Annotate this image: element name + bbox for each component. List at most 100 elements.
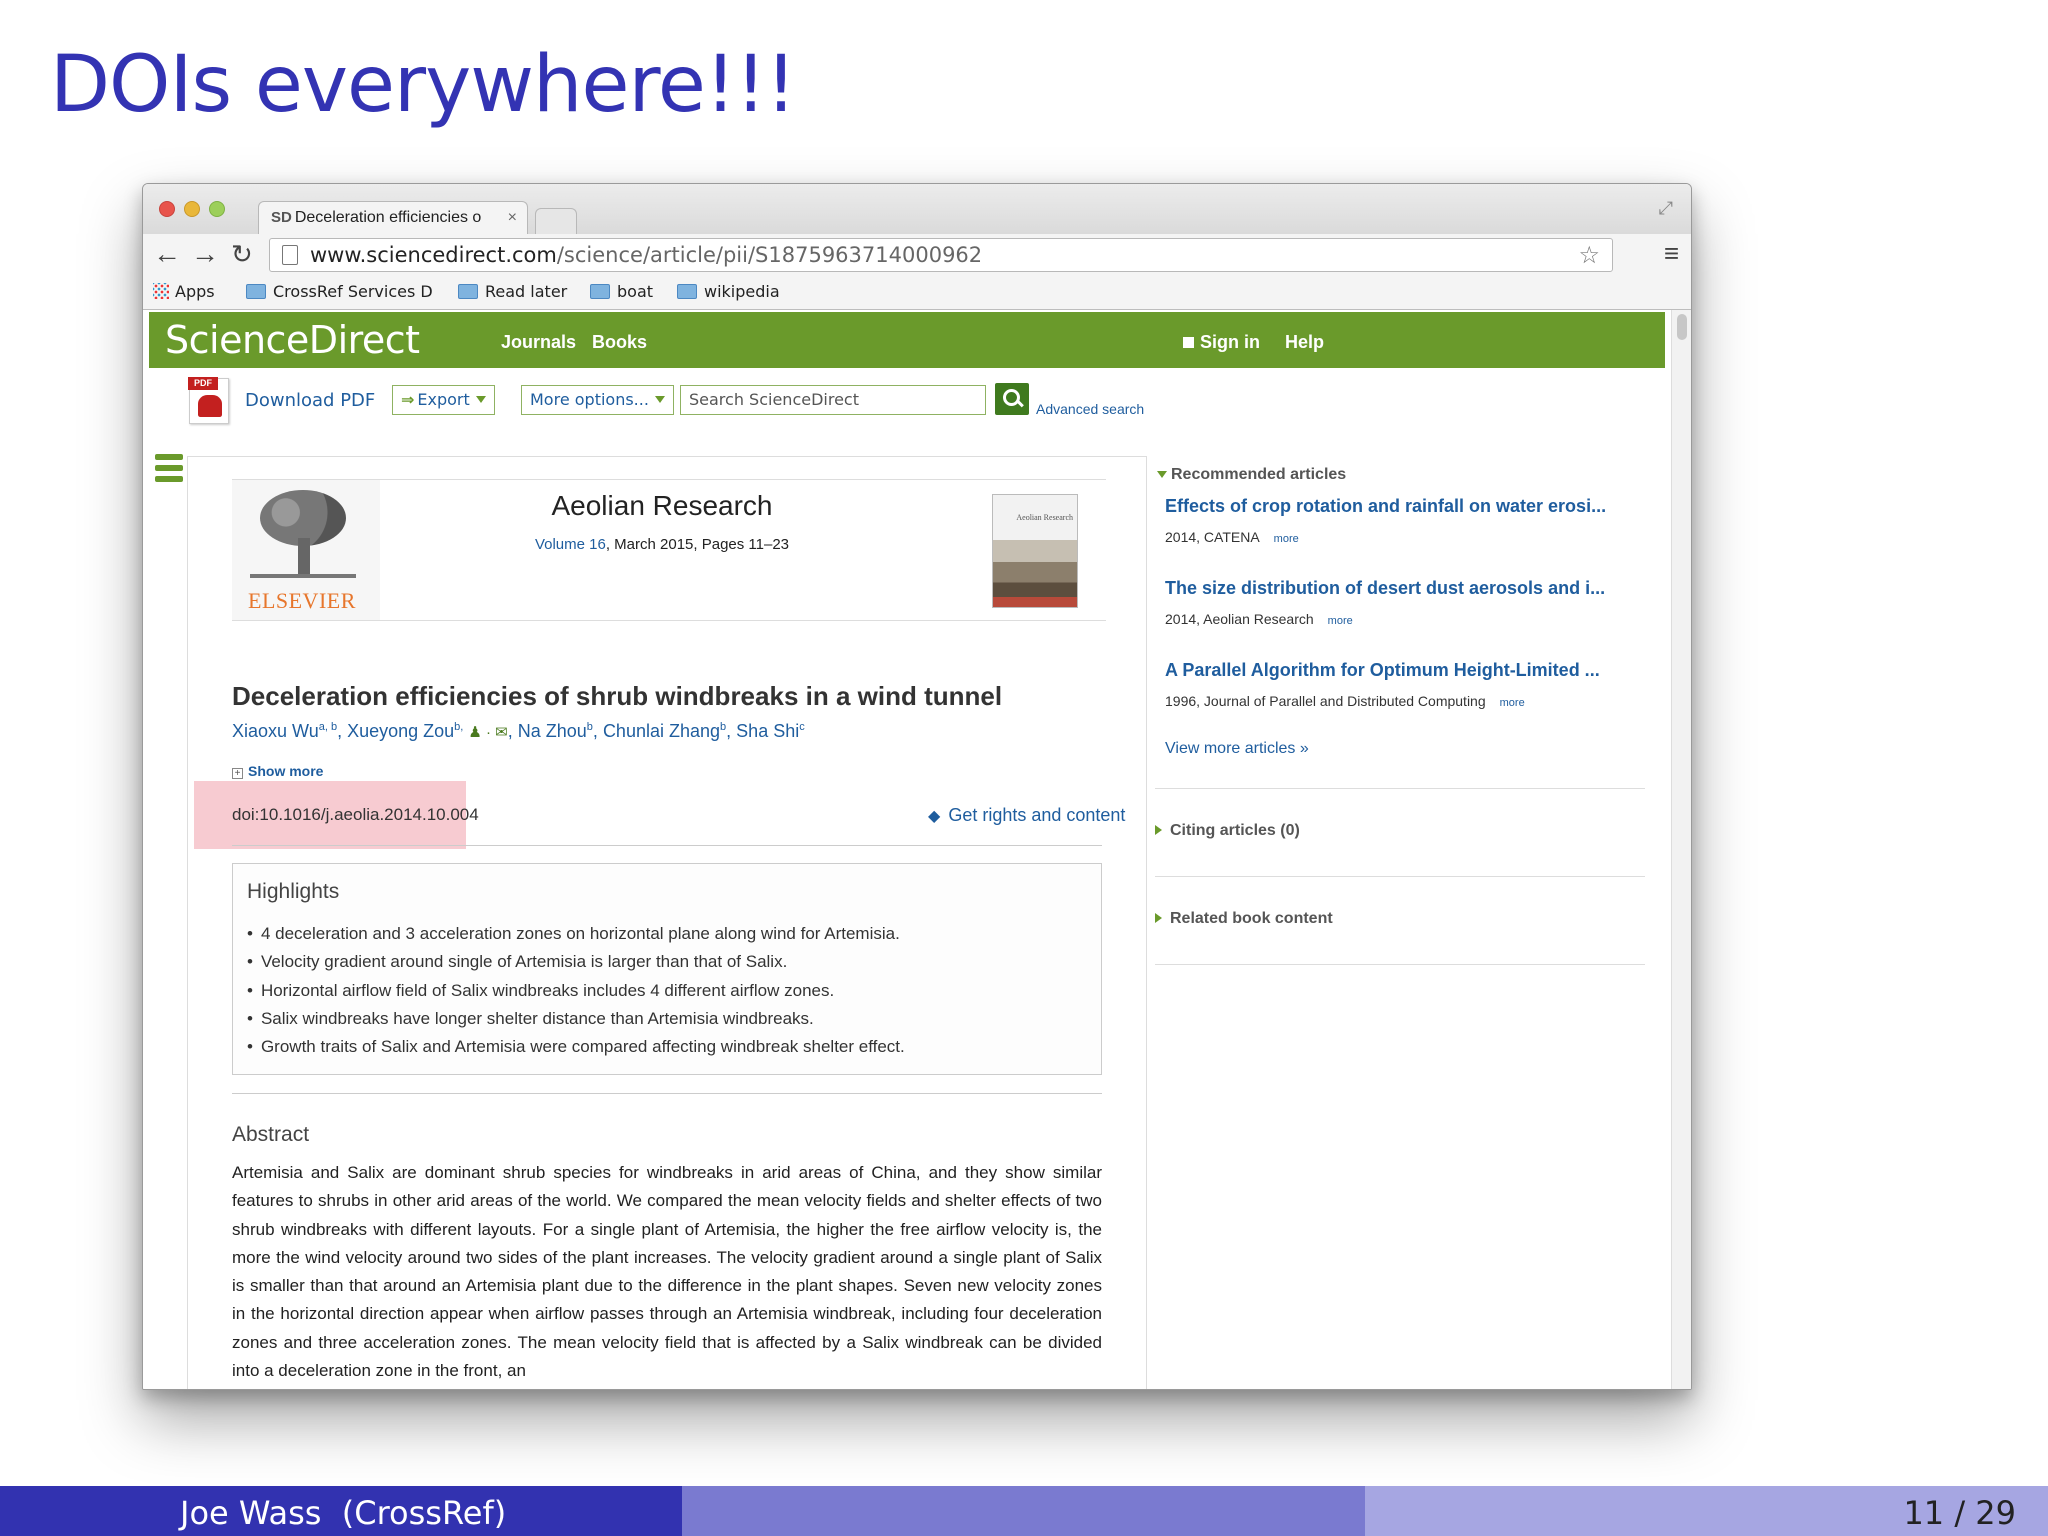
footer-author: Joe Wass (CrossRef) xyxy=(180,1494,507,1532)
person-mail-icon[interactable]: ♟ · ✉ xyxy=(468,724,507,741)
site-logo[interactable]: ScienceDirect xyxy=(165,318,420,362)
page-icon xyxy=(282,245,298,265)
doi-link[interactable]: doi:10.1016/j.aeolia.2014.10.004 xyxy=(232,805,479,825)
expand-triangle-icon xyxy=(1155,913,1162,923)
more-link[interactable]: more xyxy=(1328,615,1353,627)
rights-link[interactable]: ◆ Get rights and content xyxy=(928,805,1125,826)
chevron-down-icon xyxy=(475,396,486,403)
highlight-item: Growth traits of Salix and Artemisia wer… xyxy=(247,1033,905,1061)
tab-title: Deceleration efficiencies o xyxy=(294,209,482,226)
bookmark-label: wikipedia xyxy=(704,282,780,301)
issue-details: , March 2015, Pages 11–23 xyxy=(605,536,790,553)
site-header: ScienceDirect Journals Books Sign in Hel… xyxy=(149,312,1665,368)
browser-titlebar: SD Deceleration efficiencies o × ⤢ xyxy=(143,184,1691,235)
recommended-title-link[interactable]: The size distribution of desert dust aer… xyxy=(1165,578,1645,599)
sidebar: Recommended articles Effects of crop rot… xyxy=(1147,456,1647,1056)
more-link[interactable]: more xyxy=(1500,697,1525,709)
browser-menu-icon[interactable]: ≡ xyxy=(1664,238,1679,269)
more-link[interactable]: more xyxy=(1274,533,1299,545)
recommended-meta: 2014, Aeolian Research more xyxy=(1165,611,1645,627)
recommended-label: Recommended articles xyxy=(1171,466,1347,483)
tab-favicon: SD xyxy=(271,209,292,226)
browser-tab[interactable]: SD Deceleration efficiencies o × xyxy=(258,201,528,235)
sign-in-link[interactable]: Sign in xyxy=(1183,332,1260,353)
article-title: Deceleration efficiencies of shrub windb… xyxy=(232,681,1003,711)
author-affiliation[interactable]: c xyxy=(799,721,805,733)
recommended-article: Effects of crop rotation and rainfall on… xyxy=(1165,496,1645,545)
author-link[interactable]: Xiaoxu Wu xyxy=(232,721,319,741)
recommended-source: 2014, CATENA xyxy=(1165,529,1260,545)
nav-journals[interactable]: Journals xyxy=(501,332,576,353)
forward-arrow-icon[interactable]: → xyxy=(191,238,219,270)
search-input[interactable]: Search ScienceDirect xyxy=(680,385,986,415)
recommended-meta: 2014, CATENA more xyxy=(1165,529,1645,545)
bookmark-read-later[interactable]: Read later xyxy=(458,274,567,310)
bookmarks-bar: Apps CrossRef Services D Read later boat… xyxy=(143,274,1691,310)
page-number: 11 / 29 xyxy=(1903,1494,2016,1532)
journal-cover-image[interactable]: Aeolian Research xyxy=(992,494,1078,608)
vertical-scrollbar[interactable] xyxy=(1671,310,1691,1389)
recommended-title-link[interactable]: Effects of crop rotation and rainfall on… xyxy=(1165,496,1645,517)
address-bar[interactable]: www.sciencedirect.com/science/article/pi… xyxy=(269,238,1613,272)
collapse-triangle-icon xyxy=(1157,471,1167,478)
author-affiliation[interactable]: b xyxy=(720,721,726,733)
bookmark-boat[interactable]: boat xyxy=(590,274,653,310)
volume-link[interactable]: Volume 16 xyxy=(535,536,606,553)
show-more-toggle[interactable]: + Show more xyxy=(232,763,323,779)
journal-meta: Volume 16, March 2015, Pages 11–23 xyxy=(412,536,912,553)
author-link[interactable]: Chunlai Zhang xyxy=(603,721,720,741)
download-pdf-link[interactable]: Download PDF xyxy=(245,390,375,411)
recommended-article: The size distribution of desert dust aer… xyxy=(1165,578,1645,627)
view-more-articles-link[interactable]: View more articles » xyxy=(1165,740,1309,758)
author-affiliation[interactable]: b, xyxy=(454,721,463,733)
author-affiliation[interactable]: a, b xyxy=(319,721,337,733)
chevron-down-icon xyxy=(654,396,665,403)
author-link[interactable]: Na Zhou xyxy=(518,721,587,741)
tab-close-icon[interactable]: × xyxy=(508,202,517,234)
advanced-search-link[interactable]: Advanced search xyxy=(1036,401,1144,417)
expand-icon: + xyxy=(232,768,243,779)
rights-label: Get rights and content xyxy=(948,805,1126,825)
journal-title[interactable]: Aeolian Research xyxy=(412,490,912,522)
help-link[interactable]: Help xyxy=(1285,332,1324,353)
footer-page-panel: 11 / 29 xyxy=(1365,1486,2048,1536)
fullscreen-icon[interactable]: ⤢ xyxy=(1659,198,1673,219)
highlight-item: 4 deceleration and 3 acceleration zones … xyxy=(247,920,905,948)
citing-label: Citing articles (0) xyxy=(1170,822,1300,839)
highlights-heading: Highlights xyxy=(247,880,340,903)
bookmark-apps[interactable]: Apps xyxy=(153,274,215,310)
author-link[interactable]: Xueyong Zou xyxy=(347,721,454,741)
search-button[interactable] xyxy=(995,383,1029,415)
more-options-dropdown[interactable]: More options... xyxy=(521,385,674,415)
citing-articles-toggle[interactable]: Citing articles (0) xyxy=(1155,822,1300,840)
slide-title: DOIs everywhere!!! xyxy=(50,40,797,130)
back-arrow-icon[interactable]: ← xyxy=(153,238,181,270)
scrollbar-thumb[interactable] xyxy=(1677,314,1687,340)
bookmark-crossref[interactable]: CrossRef Services D xyxy=(246,274,433,310)
author-list: Xiaoxu Wua, b, Xueyong Zoub, ♟ · ✉, Na Z… xyxy=(232,721,805,741)
new-tab-button[interactable] xyxy=(535,208,577,234)
related-book-toggle[interactable]: Related book content xyxy=(1155,910,1333,928)
elsevier-logo[interactable]: ELSEVIER xyxy=(232,480,380,620)
zoom-window-icon[interactable] xyxy=(209,201,225,217)
minimize-window-icon[interactable] xyxy=(184,201,200,217)
footer-middle-panel xyxy=(682,1486,1365,1536)
author-affiliation[interactable]: b xyxy=(587,721,593,733)
outline-menu-icon[interactable] xyxy=(155,454,183,486)
pdf-icon[interactable] xyxy=(188,377,229,424)
recommended-heading[interactable]: Recommended articles xyxy=(1157,466,1346,484)
bookmark-wikipedia[interactable]: wikipedia xyxy=(677,274,780,310)
bookmark-star-icon[interactable]: ☆ xyxy=(1578,239,1600,271)
rights-icon: ◆ xyxy=(928,808,941,825)
highlight-item: Horizontal airflow field of Salix windbr… xyxy=(247,977,905,1005)
recommended-title-link[interactable]: A Parallel Algorithm for Optimum Height-… xyxy=(1165,660,1645,681)
folder-icon xyxy=(590,284,610,299)
author-link[interactable]: Sha Shi xyxy=(736,721,799,741)
article-panel: ELSEVIER Aeolian Research Volume 16, Mar… xyxy=(187,456,1147,1389)
reload-icon[interactable]: ↻ xyxy=(231,238,253,270)
recommended-meta: 1996, Journal of Parallel and Distribute… xyxy=(1165,693,1645,709)
nav-books[interactable]: Books xyxy=(592,332,647,353)
recommended-source: 2014, Aeolian Research xyxy=(1165,611,1314,627)
close-window-icon[interactable] xyxy=(159,201,175,217)
export-button[interactable]: ⇒ Export xyxy=(392,385,495,415)
